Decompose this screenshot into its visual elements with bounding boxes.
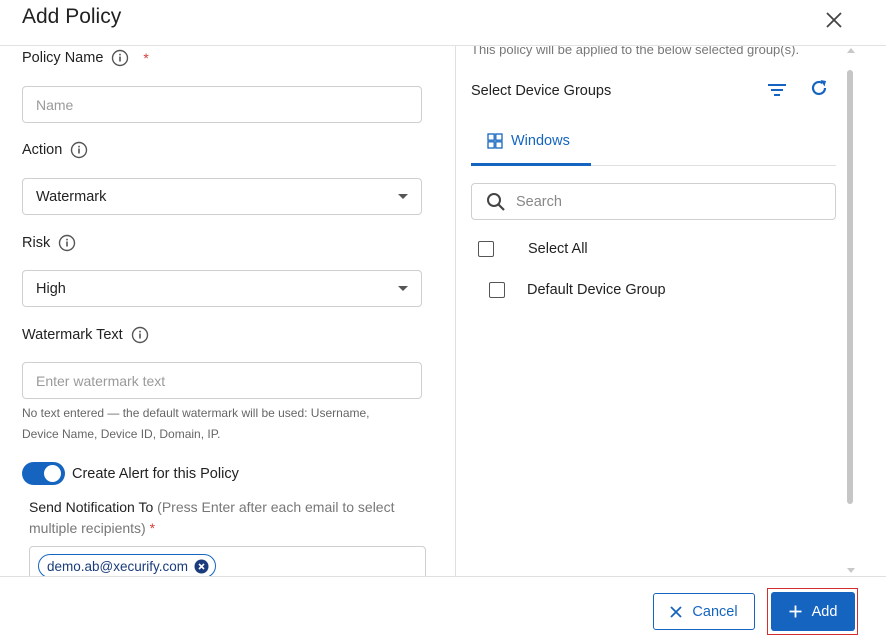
- watermark-text-label: Watermark Text: [22, 327, 123, 343]
- recipient-email: demo.ab@xecurify.com: [47, 558, 189, 574]
- scroll-down-arrow-icon[interactable]: [847, 568, 855, 573]
- create-alert-label: Create Alert for this Policy: [72, 466, 239, 482]
- policy-name-label-row: Policy Name *: [22, 49, 149, 67]
- send-notification-title: Send Notification To: [29, 499, 154, 515]
- os-tabs: Windows: [471, 118, 836, 166]
- action-label-row: Action: [22, 141, 88, 159]
- tab-windows-label: Windows: [511, 132, 570, 149]
- scroll-thumb[interactable]: [847, 70, 853, 504]
- create-alert-toggle[interactable]: [22, 462, 65, 485]
- policy-form: Policy Name * Action Watermark Risk High…: [0, 46, 456, 576]
- policy-name-label: Policy Name: [22, 50, 104, 66]
- device-group-label: Default Device Group: [527, 282, 666, 298]
- cancel-button[interactable]: Cancel: [653, 593, 755, 630]
- action-select-value: Watermark: [36, 188, 107, 205]
- close-icon: [670, 605, 683, 618]
- search-icon: [487, 192, 505, 211]
- action-select[interactable]: Watermark: [22, 178, 422, 215]
- helper-line: Device Name, Device ID, Domain, IP.: [22, 427, 221, 441]
- add-button[interactable]: Add: [771, 592, 855, 631]
- dropdown-caret-icon: [398, 194, 408, 199]
- dialog-footer: Cancel Add: [0, 576, 886, 639]
- select-all-checkbox-row[interactable]: Select All: [478, 241, 588, 257]
- helper-line: No text entered — the default watermark …: [22, 406, 370, 420]
- group-search: [471, 183, 836, 220]
- windows-icon: [487, 132, 503, 149]
- device-groups-panel: This policy will be applied to the below…: [457, 46, 886, 576]
- applied-groups-note: This policy will be applied to the below…: [471, 46, 800, 57]
- device-group-row[interactable]: Default Device Group: [489, 282, 666, 298]
- right-pane-scrollbar[interactable]: [846, 46, 856, 576]
- send-notification-label: Send Notification To (Press Enter after …: [29, 497, 429, 539]
- required-asterisk: *: [143, 50, 149, 66]
- watermark-helper-text: No text entered — the default watermark …: [22, 403, 432, 445]
- close-button[interactable]: [820, 6, 848, 34]
- info-icon[interactable]: [111, 49, 129, 67]
- scroll-up-arrow-icon[interactable]: [847, 48, 855, 53]
- cancel-button-label: Cancel: [692, 603, 738, 620]
- watermark-text-input[interactable]: [22, 362, 422, 399]
- remove-recipient-icon[interactable]: [194, 559, 209, 574]
- risk-label-row: Risk: [22, 234, 76, 252]
- select-all-checkbox[interactable]: [478, 241, 494, 257]
- info-icon[interactable]: [70, 141, 88, 159]
- action-label: Action: [22, 142, 63, 158]
- tab-windows[interactable]: Windows: [471, 118, 591, 166]
- close-icon: [826, 12, 842, 28]
- watermark-text-label-row: Watermark Text: [22, 326, 149, 344]
- risk-select-value: High: [36, 280, 66, 297]
- info-icon[interactable]: [131, 326, 149, 344]
- plus-icon: [789, 605, 802, 618]
- refresh-button[interactable]: [808, 77, 830, 99]
- refresh-icon: [811, 80, 827, 96]
- select-device-groups-title: Select Device Groups: [471, 83, 612, 99]
- policy-name-input[interactable]: [22, 86, 422, 123]
- required-asterisk: *: [149, 520, 156, 536]
- toggle-knob: [44, 465, 61, 482]
- filter-button[interactable]: [766, 79, 788, 101]
- dialog-title: Add Policy: [22, 5, 122, 28]
- recipients-input[interactable]: demo.ab@xecurify.com: [29, 546, 426, 576]
- filter-icon: [768, 84, 786, 96]
- risk-label: Risk: [22, 235, 51, 251]
- info-icon[interactable]: [58, 234, 76, 252]
- dialog-header: Add Policy: [0, 0, 886, 46]
- dropdown-caret-icon: [398, 286, 408, 291]
- risk-select[interactable]: High: [22, 270, 422, 307]
- recipient-chip: demo.ab@xecurify.com: [38, 554, 217, 576]
- device-group-checkbox[interactable]: [489, 282, 505, 298]
- select-all-label: Select All: [528, 241, 588, 257]
- add-button-label: Add: [811, 603, 838, 620]
- group-search-input[interactable]: [516, 193, 816, 210]
